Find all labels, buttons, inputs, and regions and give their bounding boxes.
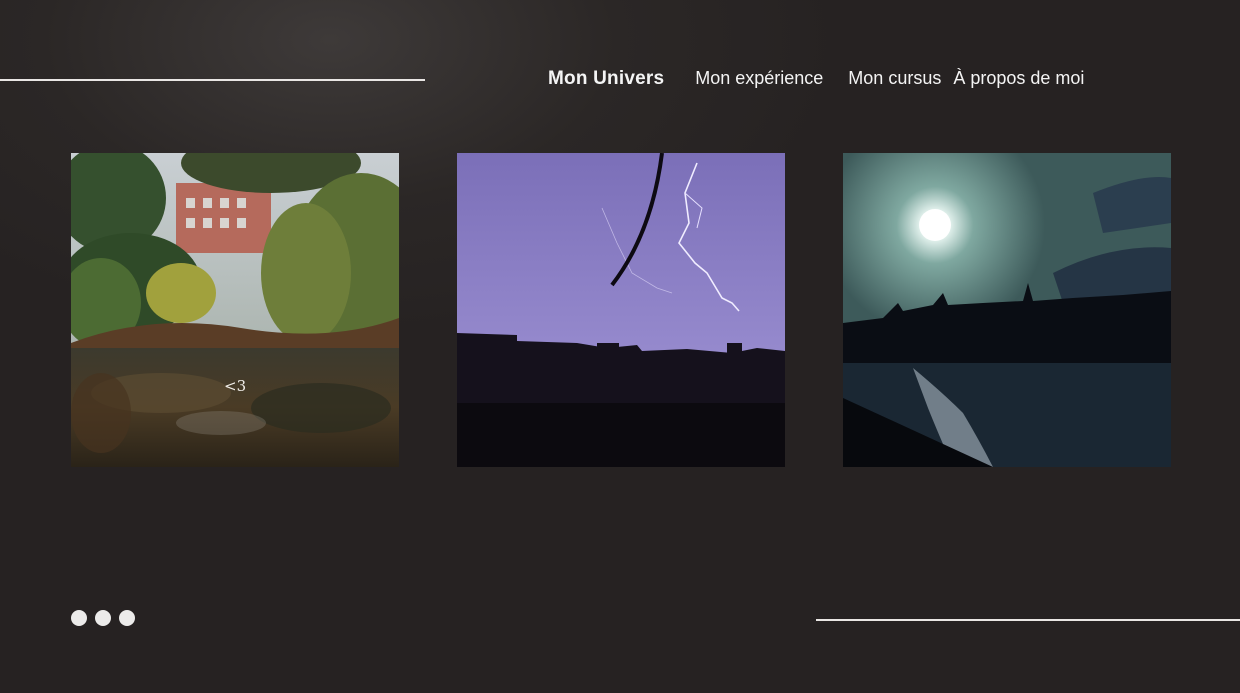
nav-item-a-propos-de-moi[interactable]: À propos de moi [953, 68, 1084, 89]
nav-item-mon-univers[interactable]: Mon Univers [548, 68, 664, 90]
top-divider-line [0, 79, 425, 81]
bottom-divider-line [816, 619, 1240, 621]
main-nav: Mon Univers Mon expérience Mon cursus À … [548, 68, 1084, 90]
nav-item-mon-cursus[interactable]: Mon cursus [848, 68, 941, 89]
photo-sun-over-river[interactable] [843, 153, 1171, 467]
pagination-dot[interactable] [95, 610, 111, 626]
photo-lightning-sky[interactable] [457, 153, 785, 467]
pagination-dots [71, 610, 135, 626]
photo-caption: <3 [224, 377, 247, 395]
photo-pond-garden[interactable]: <3 [71, 153, 399, 467]
nav-item-mon-experience[interactable]: Mon expérience [695, 68, 823, 89]
pagination-dot[interactable] [119, 610, 135, 626]
pagination-dot[interactable] [71, 610, 87, 626]
